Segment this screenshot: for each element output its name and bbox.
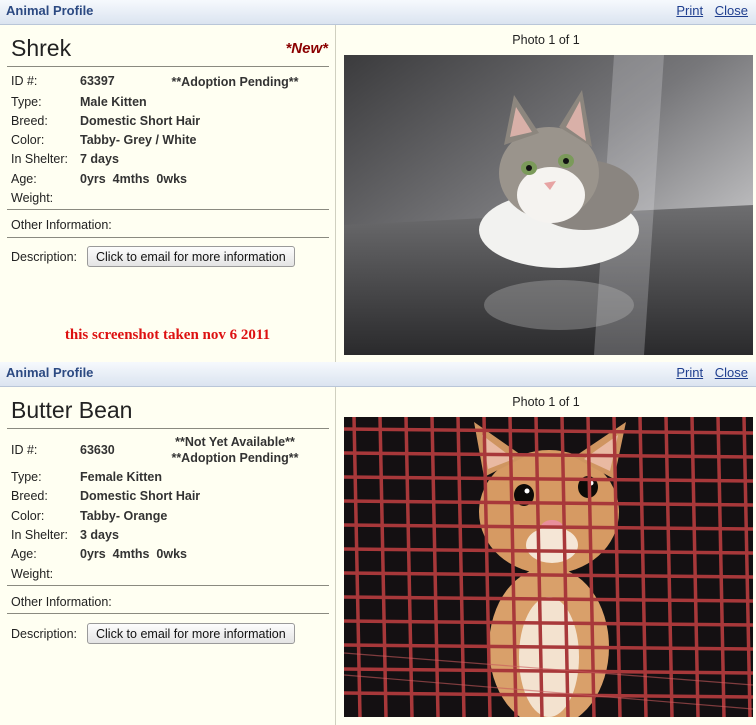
shelter-row: In Shelter: 7 days [11,152,119,166]
other-info-row: Other Information: [11,218,112,232]
age-label: Age: [11,172,37,186]
weight-row: Weight: [11,191,80,205]
shelter-label: In Shelter: [11,152,68,166]
photo-panel: Photo 1 of 1 [336,387,756,725]
type-value: Male Kitten [80,95,147,109]
status-badge: **Not Yet Available** **Adoption Pending… [150,434,320,466]
email-info-button[interactable]: Click to email for more information [87,246,295,267]
animal-profile-butter-bean: Animal Profile Print Close Butter Bean I… [0,362,756,725]
breed-value: Domestic Short Hair [80,114,201,128]
id-value: 63630 [80,443,115,457]
photo-caption: Photo 1 of 1 [512,33,580,47]
email-info-button[interactable]: Click to email for more information [87,623,295,644]
breed-row: Breed: Domestic Short Hair [11,114,200,128]
close-link[interactable]: Close [715,3,748,18]
id-label: ID #: [11,443,38,457]
breed-label: Breed: [11,489,48,503]
type-label: Type: [11,470,42,484]
animal-profile-shrek: Animal Profile Print Close Shrek *New* I… [0,0,756,362]
shelter-label: In Shelter: [11,528,68,542]
weight-row: Weight: [11,567,80,581]
profile-details-panel: Butter Bean ID #: 63630 **Not Yet Availab… [0,387,336,725]
id-label: ID #: [11,74,38,88]
shelter-value: 7 days [80,152,119,166]
color-value: Tabby- Orange [80,509,168,523]
id-value: 63397 [80,74,115,88]
color-row: Color: Tabby- Grey / White [11,133,196,147]
type-row: Type: Female Kitten [11,470,162,484]
print-link[interactable]: Print [676,365,703,380]
screenshot-note: this screenshot taken nov 6 2011 [64,327,271,343]
animal-photo [344,417,753,717]
type-row: Type: Male Kitten [11,95,147,109]
status-line: **Adoption Pending** [171,75,299,89]
color-row: Color: Tabby- Orange [11,509,167,523]
breed-value: Domestic Short Hair [80,489,201,503]
close-link[interactable]: Close [715,365,748,380]
shelter-row: In Shelter: 3 days [11,528,119,542]
photo-caption: Photo 1 of 1 [512,395,580,409]
animal-name: Butter Bean [11,397,133,423]
divider [7,428,329,429]
color-label: Color: [11,509,45,523]
breed-row: Breed: Domestic Short Hair [11,489,200,503]
profile-title-bar: Animal Profile Print Close [0,362,756,387]
profile-title-bar: Animal Profile Print Close [0,0,756,25]
age-row: Age: 0yrs 4mths 0wks [11,172,187,186]
id-row: ID #: 63397 [11,74,115,88]
status-line: **Adoption Pending** [171,451,299,465]
shelter-value: 3 days [80,528,119,542]
age-row: Age: 0yrs 4mths 0wks [11,547,187,561]
photo-panel: Photo 1 of 1 [336,25,756,362]
other-info-row: Other Information: [11,595,112,609]
age-label: Age: [11,547,37,561]
other-info-label: Other Information: [11,218,112,232]
divider [7,209,329,210]
weight-label: Weight: [11,191,54,205]
new-badge: *New* [285,40,328,57]
color-value: Tabby- Grey / White [80,133,197,147]
profile-details-panel: Shrek *New* ID #: 63397 **Adoption Pendin… [0,25,336,362]
breed-label: Breed: [11,114,48,128]
age-value: 0yrs 4mths 0wks [80,547,188,561]
animal-photo [344,55,753,355]
divider [7,585,329,586]
divider [7,237,329,238]
profile-bar-title: Animal Profile [6,365,94,380]
id-row: ID #: 63630 [11,443,115,457]
type-label: Type: [11,95,42,109]
print-link[interactable]: Print [676,3,703,18]
other-info-label: Other Information: [11,595,112,609]
animal-name: Shrek [11,35,72,61]
description-label: Description: [11,250,77,264]
color-label: Color: [11,133,45,147]
profile-bar-title: Animal Profile [6,3,94,18]
weight-label: Weight: [11,567,54,581]
divider [7,66,329,67]
age-value: 0yrs 4mths 0wks [80,172,188,186]
description-label: Description: [11,627,77,641]
divider [7,613,329,614]
status-line: **Not Yet Available** [175,435,295,449]
status-badge: **Adoption Pending** [150,74,320,90]
type-value: Female Kitten [80,470,162,484]
